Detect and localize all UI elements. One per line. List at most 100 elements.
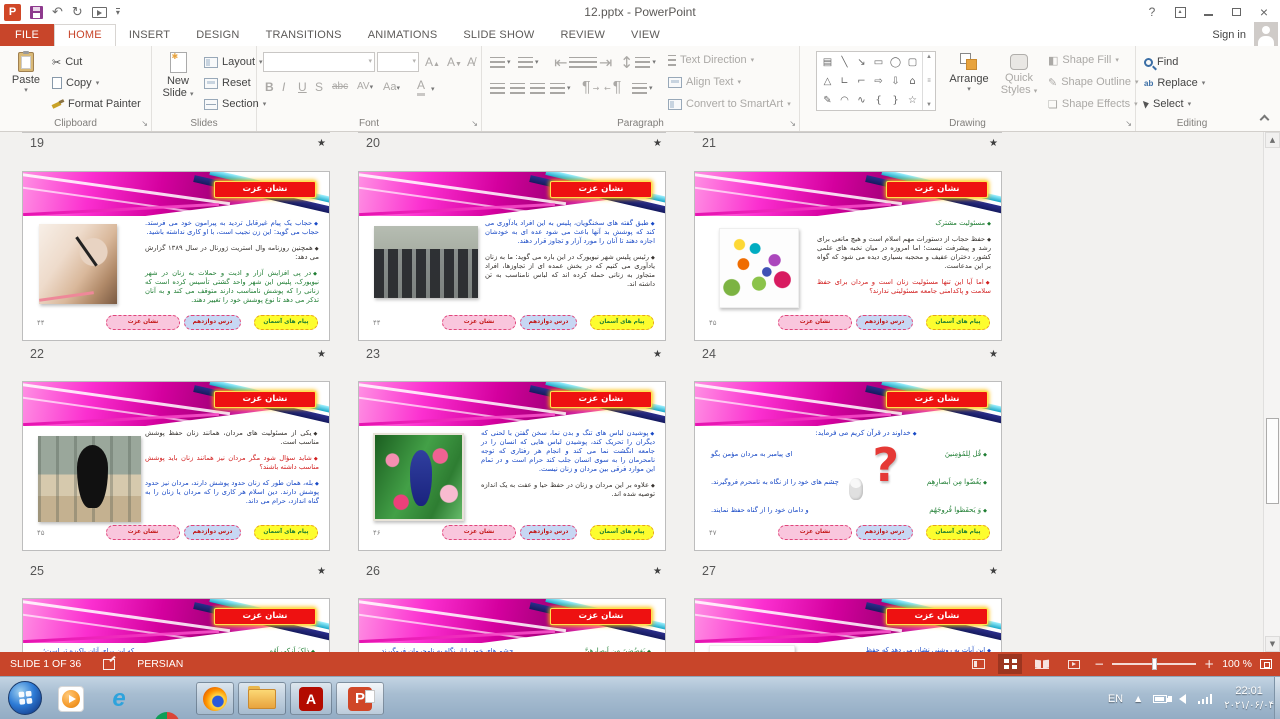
slide-thumbnail[interactable]: نشان عزت◆مسئولیت مشترک◆حفظ حجاب از دستور… [694,171,1002,341]
start-button[interactable] [8,681,42,715]
powerpoint-taskbar-button[interactable]: P [336,682,384,715]
animation-star-icon[interactable]: ★ [989,566,998,577]
format-painter-button[interactable]: Format Painter [52,94,141,114]
slide-thumbnail[interactable]: نشان عزت◆یَغضُضنَ مِن اَبصارِهِنَّچشم ها… [358,598,666,652]
zoom-level[interactable]: 100 % [1222,658,1252,670]
minimize-button[interactable] [1194,0,1222,24]
shape-glyph[interactable]: ◠ [836,91,853,110]
slide-thumbnail[interactable]: نشان عزت◆یکی از مسئولیت های مردان، همانن… [22,381,330,551]
fit-to-window-button[interactable] [1260,659,1272,669]
ribbon-tab-review[interactable]: REVIEW [547,24,618,46]
paste-button[interactable]: Paste▾ [4,49,48,94]
shape-glyph[interactable]: ⌂ [904,72,921,91]
font-color-button[interactable]: A [417,78,425,96]
scroll-up-button[interactable]: ▲ [1265,132,1280,148]
layout-button[interactable]: Layout▾ [204,52,263,72]
shape-glyph[interactable]: ✎ [819,91,836,110]
quick-styles-button[interactable]: Quick Styles ▾ [996,51,1042,96]
battery-icon[interactable] [1153,695,1167,703]
chrome-taskbar-icon[interactable] [154,712,180,719]
language-tray-indicator[interactable]: EN [1108,693,1123,705]
ribbon-tab-file[interactable]: FILE [0,24,54,46]
increase-indent-button[interactable]: ⇥ [582,53,612,71]
slide-thumbnail[interactable]: نشان عزت◆حجاب یک پیام غیرقابل تردید به پ… [22,171,330,341]
align-text-button[interactable]: Align Text▾ [668,72,741,92]
ribbon-display-options-button[interactable]: ▴ [1166,0,1194,24]
slide-thumbnail[interactable]: نشان عزت◆این آیات به روشنی نشان می دهد ک… [694,598,1002,652]
ribbon-tab-transitions[interactable]: TRANSITIONS [253,24,355,46]
scroll-down-button[interactable]: ▼ [1265,636,1280,652]
collapse-ribbon-button[interactable] [1260,115,1270,125]
ribbon-tab-view[interactable]: VIEW [618,24,673,46]
shape-glyph[interactable]: ◯ [887,53,904,72]
slide-thumbnail[interactable]: نشان عزت◆پوشیدن لباس های تنگ و بدن نما، … [358,381,666,551]
replace-button[interactable]: abReplace▾ [1144,73,1205,93]
ribbon-tab-animations[interactable]: ANIMATIONS [355,24,451,46]
shape-glyph[interactable]: ▤ [819,53,836,72]
ribbon-tab-insert[interactable]: INSERT [116,24,183,46]
slide-show-button[interactable] [1062,654,1086,674]
shapes-gallery[interactable]: ▤╲↘▭◯▢△∟⌐⇨⇩⌂✎◠∿{}☆ ▲≡▼ [816,51,936,111]
media-player-taskbar-icon[interactable] [58,686,84,712]
ribbon-tab-design[interactable]: DESIGN [183,24,252,46]
new-slide-button[interactable]: New Slide ▾ [156,49,200,99]
bullets-button[interactable]: ▾ [490,53,511,71]
file-explorer-taskbar-button[interactable] [238,682,286,715]
numbering-button[interactable]: ▾ [518,53,539,71]
animation-star-icon[interactable]: ★ [989,349,998,360]
change-case-button[interactable]: Aa▾ [383,78,400,96]
shape-glyph[interactable]: ⇩ [887,72,904,91]
font-color-caret[interactable]: ▾ [431,78,435,96]
animation-star-icon[interactable]: ★ [653,566,662,577]
zoom-slider[interactable] [1112,663,1196,665]
internet-explorer-taskbar-icon[interactable]: e [106,686,132,712]
animation-star-icon[interactable]: ★ [653,349,662,360]
shape-glyph[interactable]: △ [819,72,836,91]
slide-thumbnail[interactable]: نشان عزت◆طبق گفته های سخنگویان، پلیس به … [358,171,666,341]
text-shadow-button[interactable]: S [315,78,323,96]
firefox-taskbar-button[interactable] [196,682,234,715]
animation-star-icon[interactable]: ★ [989,138,998,149]
ribbon-tab-home[interactable]: HOME [54,24,116,46]
zoom-slider-thumb[interactable] [1152,658,1157,670]
convert-to-smartart-button[interactable]: Convert to SmartArt▾ [668,94,791,114]
clock[interactable]: 22:01 ۲۰۲۱/۰۶/۰۴ [1224,684,1274,712]
clear-formatting-button[interactable]: A̸ [467,53,475,71]
strikethrough-button[interactable]: abc [332,78,348,96]
bold-button[interactable]: B [265,78,274,96]
decrease-indent-button[interactable]: ⇤ [554,53,584,71]
restore-button[interactable] [1222,0,1250,24]
shape-glyph[interactable]: ▢ [904,53,921,72]
zoom-out-button[interactable]: − [1094,657,1104,671]
ribbon-tab-slide-show[interactable]: SLIDE SHOW [450,24,547,46]
close-button[interactable]: × [1250,0,1278,24]
acrobat-taskbar-button[interactable]: A [290,682,332,715]
zoom-in-button[interactable]: + [1204,657,1214,671]
align-left-button[interactable] [490,79,505,97]
slide-thumbnail[interactable]: نشان عزت◆خداوند در قرآن کریم می فرماید:◆… [694,381,1002,551]
clipboard-dialog-launcher[interactable]: ↘ [141,119,148,128]
animation-star-icon[interactable]: ★ [317,566,326,577]
shape-glyph[interactable]: ⌐ [853,72,870,91]
columns-button[interactable]: ▾ [632,79,653,97]
character-spacing-button[interactable]: AV▾ [357,78,373,96]
scrollbar-thumb[interactable] [1266,418,1279,504]
shape-glyph[interactable]: ↘ [853,53,870,72]
ltr-direction-button[interactable]: ¶→ [582,79,599,97]
arrange-button[interactable]: Arrange▾ [944,51,994,93]
find-button[interactable]: Find [1144,52,1178,72]
reading-view-button[interactable] [1030,654,1054,674]
italic-button[interactable]: I [282,78,285,96]
align-right-button[interactable] [530,79,545,97]
animation-star-icon[interactable]: ★ [317,138,326,149]
font-size-combo[interactable] [377,52,419,72]
underline-button[interactable]: U [298,78,307,96]
slide-thumbnail[interactable]: نشان عزت◆ذلِکَ اَزکی لَهُمکه این برای آن… [22,598,330,652]
font-dialog-launcher[interactable]: ↘ [471,119,478,128]
font-name-combo[interactable] [263,52,375,72]
sign-in-link[interactable]: Sign in [1212,24,1246,46]
user-avatar[interactable] [1254,22,1278,46]
decrease-font-size-button[interactable]: A▼ [447,53,462,71]
shape-glyph[interactable]: ▭ [870,53,887,72]
normal-view-button[interactable] [966,654,990,674]
